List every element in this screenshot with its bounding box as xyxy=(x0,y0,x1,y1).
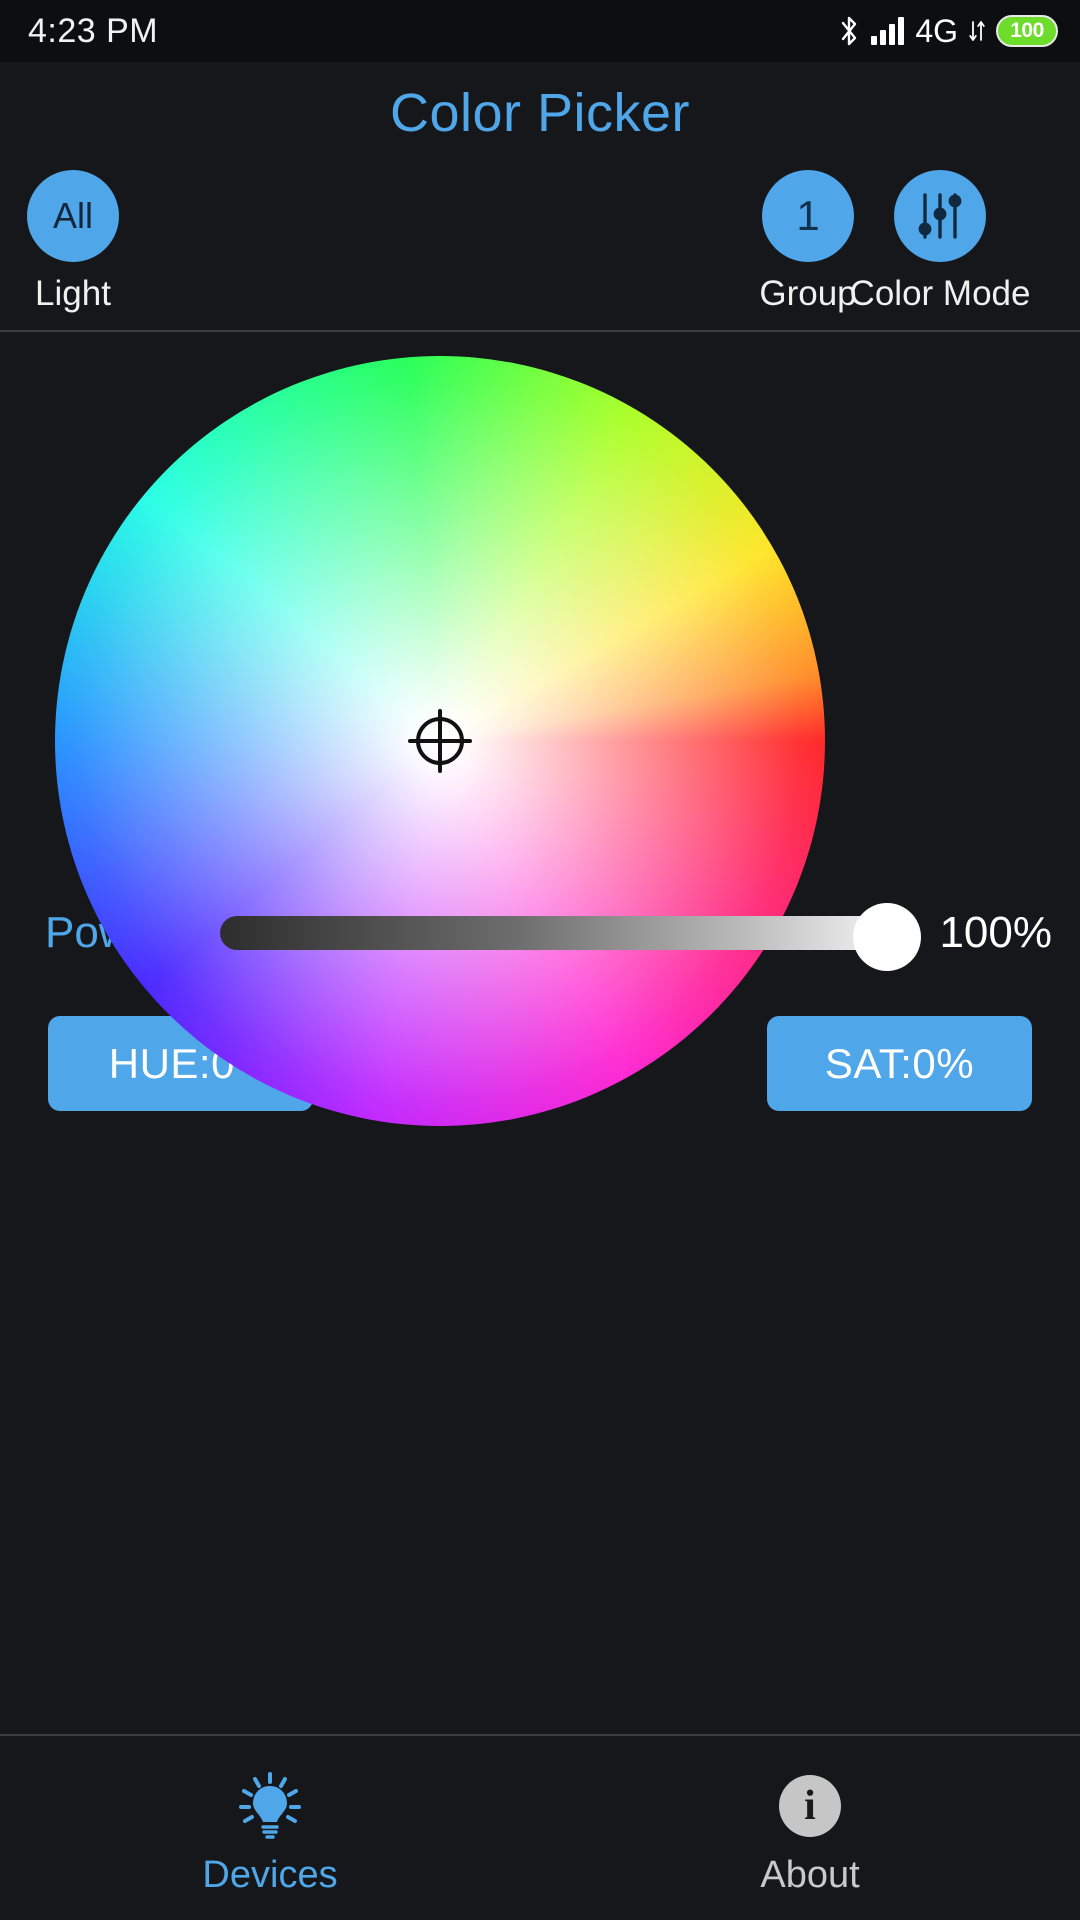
light-selector-button[interactable]: All Light xyxy=(0,170,153,314)
power-value-label: 100% xyxy=(939,908,1052,957)
nav-label-devices: Devices xyxy=(202,1853,338,1896)
power-slider-track[interactable] xyxy=(220,916,886,950)
info-icon-circle: i xyxy=(779,1774,841,1837)
group-selector-value: 1 xyxy=(796,192,820,239)
status-bar: 4:23 PM 4G 100 xyxy=(0,0,1080,62)
status-time: 4:23 PM xyxy=(28,11,159,50)
status-indicators: 4G 100 xyxy=(838,13,1058,50)
nav-item-devices[interactable]: Devices xyxy=(0,1760,540,1897)
bottom-navigation: Devices i About xyxy=(0,1734,1080,1920)
battery-indicator: 100 xyxy=(996,15,1058,47)
color-mode-label: Color Mode xyxy=(849,274,1031,313)
power-slider-thumb[interactable] xyxy=(853,903,922,971)
color-mode-circle[interactable] xyxy=(894,170,986,262)
sliders-icon xyxy=(918,193,962,239)
light-selector-circle[interactable]: All xyxy=(27,170,119,262)
layout-spacer xyxy=(0,1198,1080,1734)
color-mode-button[interactable]: Color Mode xyxy=(850,170,1030,314)
nav-item-about[interactable]: i About xyxy=(540,1760,1080,1897)
color-wheel-area xyxy=(0,332,1080,1126)
light-selector-label: Light xyxy=(35,274,111,313)
info-icon: i xyxy=(772,1768,848,1844)
data-transfer-icon xyxy=(969,21,985,41)
bluetooth-icon xyxy=(842,16,857,46)
nav-label-about: About xyxy=(760,1853,860,1896)
color-wheel-wrapper[interactable] xyxy=(55,356,825,1126)
power-slider[interactable] xyxy=(220,903,922,971)
signal-bars-icon xyxy=(871,17,905,45)
battery-level-label: 100 xyxy=(1010,19,1044,42)
app-header: Color Picker All Light 1 Group Color Mod… xyxy=(0,62,1080,332)
app-screen: 4:23 PM 4G 100 Color Picker All Light 1 … xyxy=(0,0,1080,1920)
lightbulb-icon xyxy=(232,1768,308,1844)
network-type-label: 4G xyxy=(915,12,958,49)
group-selector-label: Group xyxy=(759,274,857,313)
group-selector-circle[interactable]: 1 xyxy=(762,170,854,262)
crosshair-marker[interactable] xyxy=(402,703,478,779)
page-title: Color Picker xyxy=(389,83,691,143)
light-selector-value: All xyxy=(52,195,93,236)
